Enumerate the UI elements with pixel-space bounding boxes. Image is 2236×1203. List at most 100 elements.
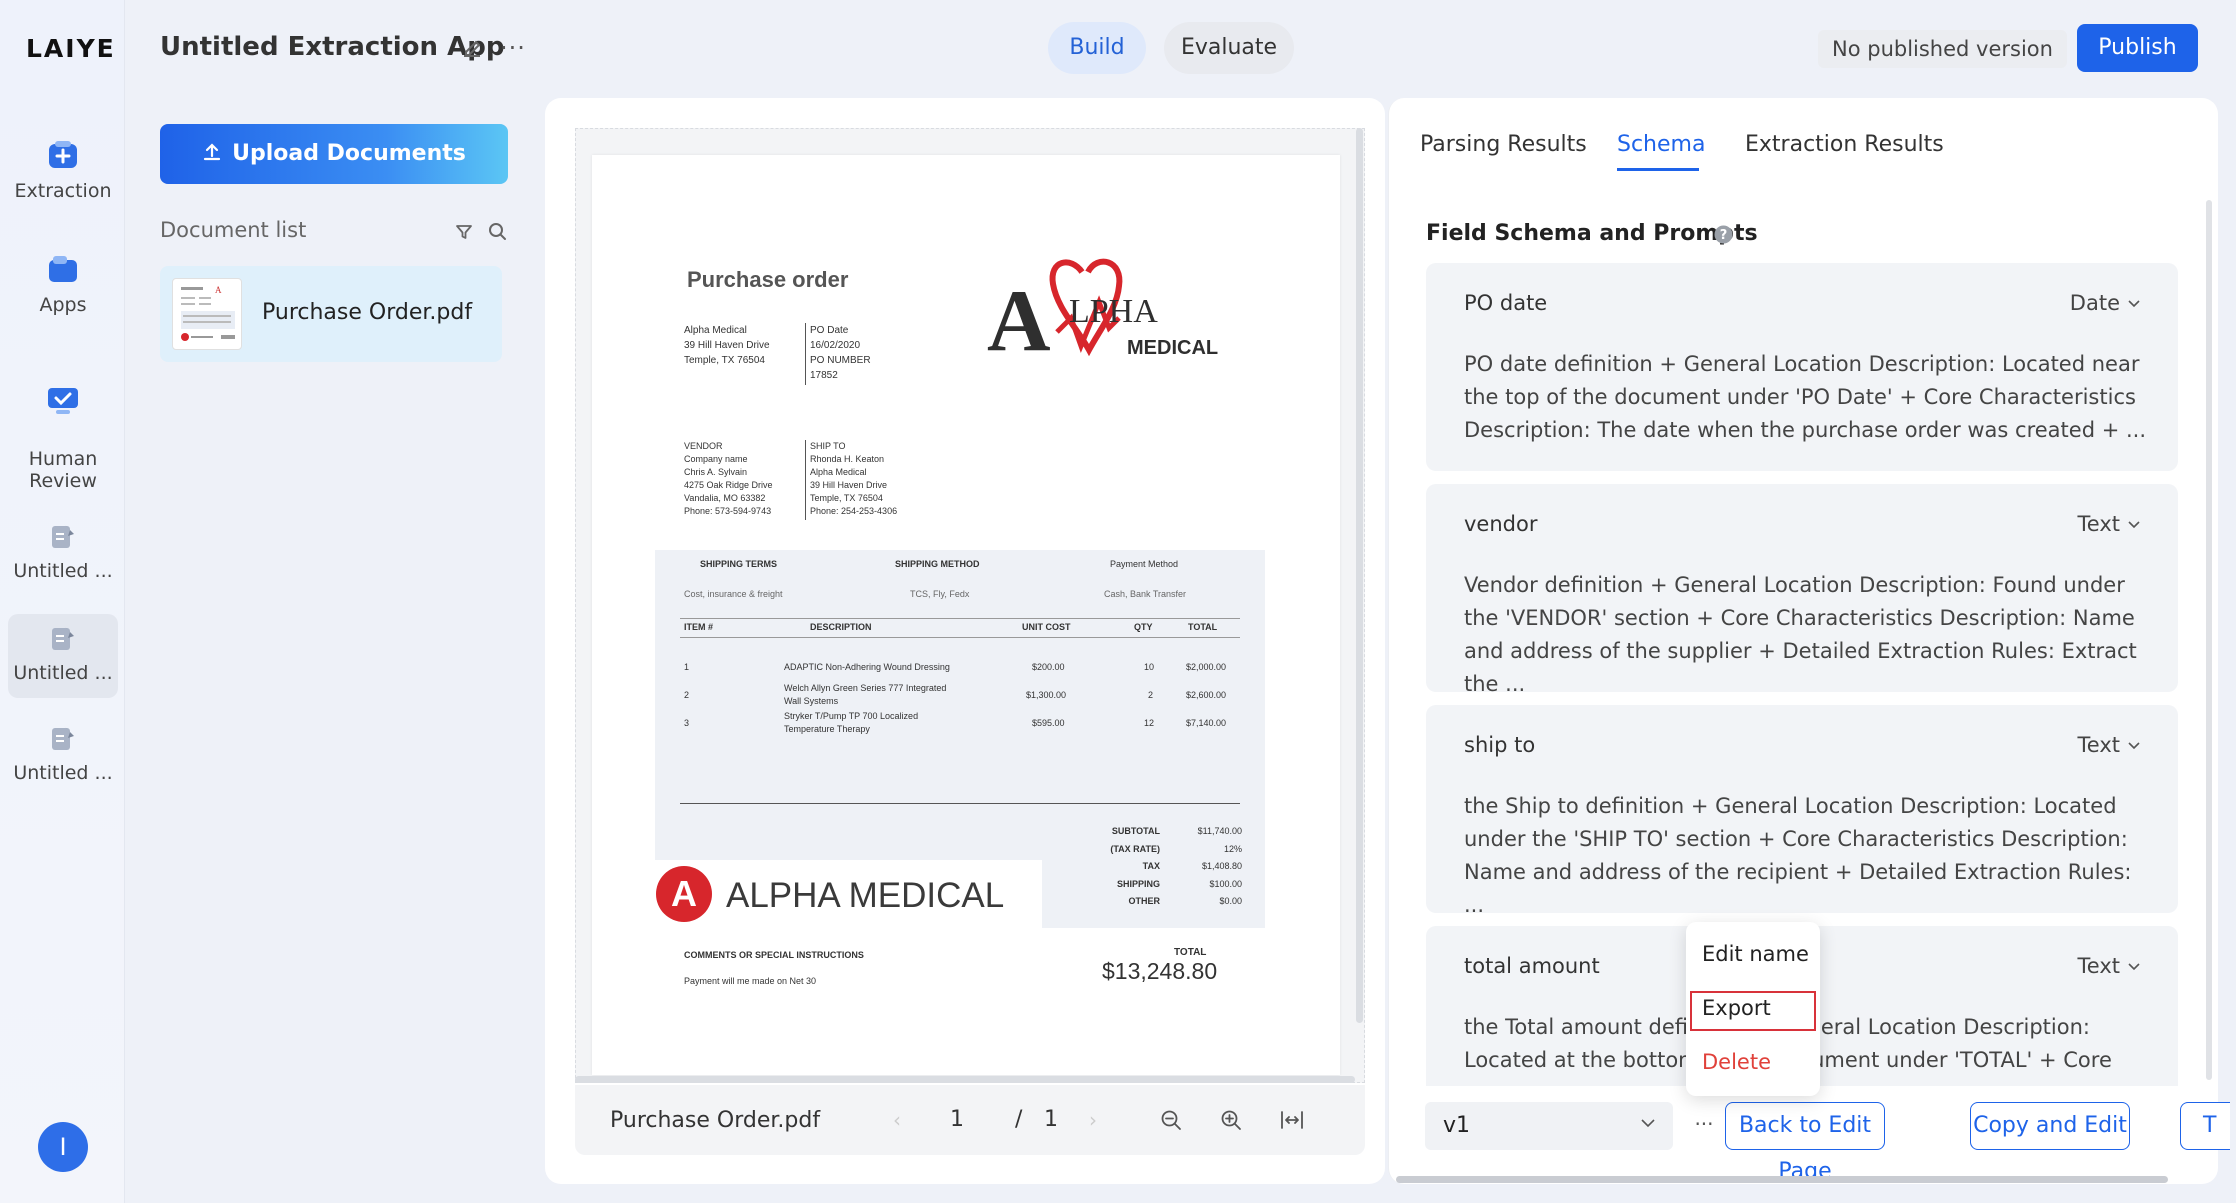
field-type-select[interactable]: Text — [2078, 954, 2140, 978]
version-more-button[interactable]: ··· — [1689, 1102, 1719, 1150]
chevron-down-icon — [2128, 963, 2140, 971]
chevron-down-icon — [2128, 742, 2140, 750]
chevron-down-icon — [1641, 1119, 1655, 1128]
prev-page-button[interactable]: ‹ — [893, 1108, 901, 1132]
back-to-edit-page-button[interactable]: Back to Edit Page — [1725, 1102, 1885, 1184]
rail-item-untitled-1[interactable]: Untitled ... — [8, 522, 118, 582]
fit-width-icon[interactable] — [1280, 1109, 1304, 1131]
document-page: Purchase order Alpha Medical 39 Hill Have… — [592, 155, 1340, 1075]
publish-button[interactable]: Publish — [2077, 24, 2198, 72]
doc-item-total: $2,600.00 — [1186, 690, 1227, 700]
doc-terms-value: Cash, Bank Transfer — [1104, 589, 1187, 599]
rail-item-label: Untitled ... — [13, 560, 113, 582]
schema-horizontal-scrollbar[interactable] — [1396, 1176, 2168, 1183]
doc-comments-text: Payment will me made on Net 30 — [684, 976, 817, 986]
alpha-medical-logo: A LPHA MEDICAL — [987, 258, 1218, 370]
viewer-vertical-scrollbar[interactable] — [1356, 128, 1363, 1023]
field-type-select[interactable]: Text — [2078, 733, 2140, 757]
zoom-out-icon[interactable] — [1160, 1109, 1182, 1131]
tab-build[interactable]: Build — [1048, 22, 1146, 74]
app-doc-icon — [52, 726, 74, 750]
tab-schema[interactable]: Schema — [1617, 132, 1705, 157]
rail-item-label: Untitled ... — [13, 762, 113, 784]
app-doc-icon — [52, 524, 74, 548]
rail-item-label: Untitled ... — [13, 662, 113, 684]
field-card-ship-to[interactable]: ship to Text the Ship to definition + Ge… — [1426, 705, 2178, 917]
help-icon[interactable]: ? — [1714, 225, 1733, 244]
filter-icon[interactable] — [454, 222, 474, 242]
svg-text:?: ? — [1720, 228, 1728, 243]
menu-item-delete[interactable]: Delete — [1702, 1050, 1771, 1074]
doc-watermark-text: ALPHA MEDICAL — [726, 876, 1005, 915]
doc-divider — [805, 323, 806, 385]
doc-summary-values: $11,740.00 12% $1,408.80 $100.00 $0.00 — [1197, 826, 1242, 906]
rail-item-apps[interactable]: Apps — [8, 254, 118, 316]
field-name: PO date — [1464, 291, 1548, 315]
doc-from-block: Alpha Medical 39 Hill Haven Drive Temple, … — [684, 325, 770, 366]
document-list-item[interactable]: A Purchase Order.pdf — [160, 266, 502, 362]
doc-total-value: $13,248.80 — [1102, 958, 1218, 984]
page-separator: / — [1015, 1107, 1023, 1132]
doc-po-block: PO Date 16/02/2020 PO NUMBER 17852 — [810, 325, 871, 381]
doc-item-unit: $595.00 — [1032, 718, 1065, 728]
zoom-in-icon[interactable] — [1220, 1109, 1242, 1131]
edit-pencil-icon[interactable] — [460, 36, 484, 60]
doc-terms-header: SHIPPING TERMS — [700, 559, 778, 569]
viewer-file-name: Purchase Order.pdf — [610, 1108, 821, 1133]
doc-item-no: 2 — [684, 690, 690, 700]
upload-documents-button[interactable]: Upload Documents — [160, 124, 508, 184]
doc-item-no: 3 — [684, 718, 690, 728]
page-number-input[interactable]: 1 — [950, 1107, 964, 1132]
tab-parsing-results[interactable]: Parsing Results — [1420, 132, 1587, 157]
app-more-icon[interactable]: ··· — [500, 34, 526, 62]
search-icon[interactable] — [487, 221, 508, 242]
viewer-horizontal-scrollbar[interactable] — [575, 1076, 1355, 1083]
doc-item-unit: $1,300.00 — [1026, 690, 1067, 700]
field-card-vendor[interactable]: vendor Text Vendor definition + General … — [1426, 484, 2178, 696]
doc-item-header: DESCRIPTION — [810, 622, 872, 632]
rail-item-untitled-3[interactable]: Untitled ... — [8, 724, 118, 784]
doc-item-header: ITEM # — [684, 622, 714, 632]
doc-item-qty: 2 — [1148, 690, 1154, 700]
field-name: ship to — [1464, 733, 1536, 757]
doc-item-desc: Welch Allyn Green Series 777 Integrated W… — [784, 683, 947, 706]
svg-text:LPHA: LPHA — [1069, 293, 1158, 330]
doc-item-desc: Stryker T/Pump TP 700 Localized Temperatu… — [784, 711, 919, 734]
field-type-select[interactable]: Text — [2078, 512, 2140, 536]
user-avatar[interactable]: I — [38, 1122, 88, 1172]
copy-and-edit-button[interactable]: Copy and Edit — [1970, 1102, 2130, 1150]
field-description: PO date definition + General Location De… — [1464, 352, 2147, 442]
field-description: the Ship to definition + General Locatio… — [1464, 794, 2132, 917]
export-highlight-box — [1690, 991, 1816, 1031]
rail-item-label: Extraction — [14, 180, 112, 202]
rail-item-human-review[interactable]: Human Review — [8, 364, 118, 492]
page-total: 1 — [1044, 1107, 1058, 1132]
field-type-select[interactable]: Date — [2070, 291, 2140, 315]
doc-terms-header: SHIPPING METHOD — [895, 559, 980, 569]
tab-evaluate[interactable]: Evaluate — [1164, 22, 1294, 74]
document-name: Purchase Order.pdf — [262, 300, 473, 325]
doc-comments-label: COMMENTS OR SPECIAL INSTRUCTIONS — [684, 950, 864, 960]
doc-terms-value: Cost, insurance & freight — [684, 589, 783, 599]
rail-item-untitled-2[interactable]: Untitled ... — [8, 614, 118, 698]
field-name: vendor — [1464, 512, 1538, 536]
next-page-button[interactable]: › — [1089, 1108, 1097, 1132]
rail-item-extraction[interactable]: Extraction — [8, 140, 118, 202]
truncated-action-button[interactable]: T — [2180, 1102, 2230, 1150]
publish-status-badge: No published version — [1818, 30, 2067, 68]
version-select[interactable]: v1 — [1425, 1102, 1673, 1150]
doc-terms-header: Payment Method — [1110, 559, 1179, 569]
doc-watermark-badge: A — [656, 866, 712, 922]
doc-vendor-block: VENDOR Company name Chris A. Sylvain 4275 O… — [684, 441, 773, 516]
tab-extraction-results[interactable]: Extraction Results — [1745, 132, 1944, 157]
doc-rule — [680, 803, 1240, 804]
doc-item-header: TOTAL — [1188, 622, 1218, 632]
chevron-down-icon — [2128, 521, 2140, 529]
doc-item-unit: $200.00 — [1032, 662, 1065, 672]
svg-text:A: A — [987, 273, 1051, 370]
active-tab-indicator — [1617, 168, 1699, 171]
field-card-po-date[interactable]: PO date Date PO date definition + Genera… — [1426, 263, 2178, 471]
schema-vertical-scrollbar[interactable] — [2206, 200, 2212, 1080]
menu-item-edit-name[interactable]: Edit name — [1702, 942, 1809, 966]
doc-item-no: 1 — [684, 662, 690, 672]
